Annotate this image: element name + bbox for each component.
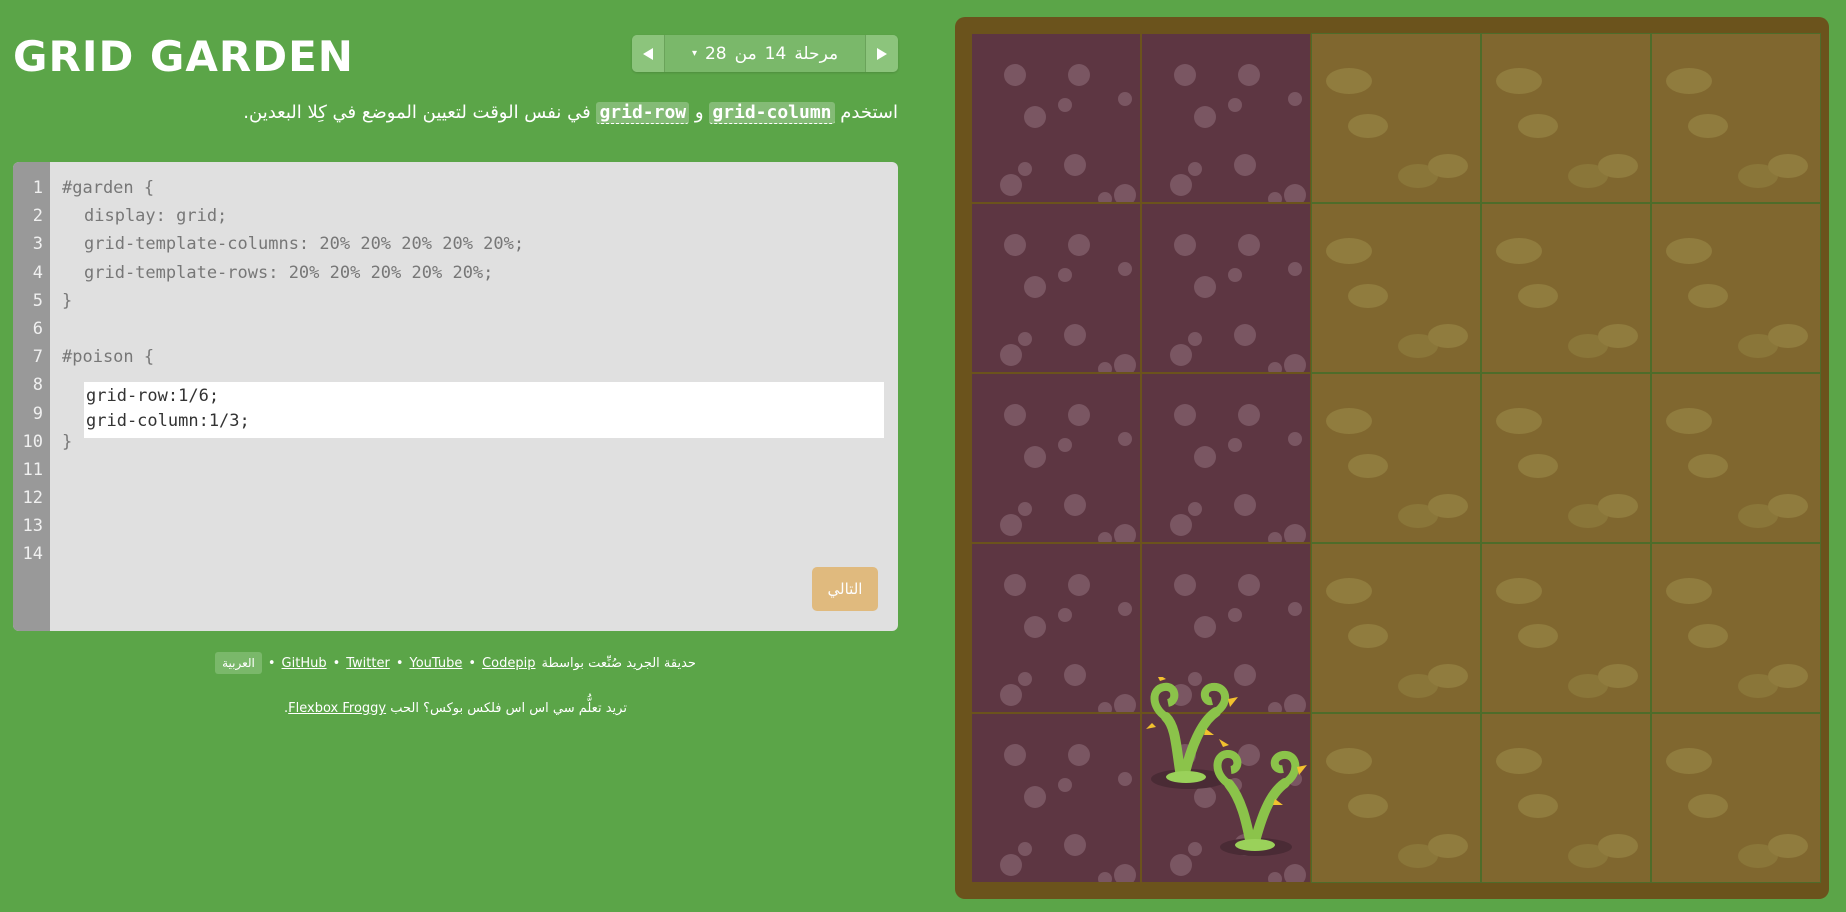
line-number: 7: [32, 347, 43, 368]
code-line: grid-template-rows: 20% 20% 20% 20% 20%;: [84, 262, 494, 283]
poison-cell: [971, 33, 1141, 203]
code-line: display: grid;: [84, 206, 228, 227]
code-line: grid-template-columns: 20% 20% 20% 20% 2…: [84, 234, 525, 255]
level-instructions: استخدم grid-column و grid-row في نفس الو…: [12, 98, 898, 128]
line-number: 2: [32, 206, 43, 227]
line-number: 11: [22, 459, 43, 480]
code-editor: 1 2 3 4 5 6 7 8 9 10 11 12 13 14 #garden…: [13, 162, 898, 631]
garden-cell: [1651, 373, 1821, 543]
garden-cell: [1311, 713, 1481, 883]
line-number: 1: [32, 178, 43, 198]
previous-level-button[interactable]: [632, 35, 665, 72]
line-number: 4: [32, 262, 43, 283]
separator: •: [395, 655, 404, 671]
garden-cell: [1311, 373, 1481, 543]
poison-cell: [1141, 373, 1311, 543]
youtube-link[interactable]: YouTube: [410, 656, 463, 671]
line-number: 10: [22, 431, 43, 452]
line-number: 3: [32, 234, 43, 255]
separator: •: [468, 655, 477, 671]
code-area: #garden { display: grid; grid-template-c…: [50, 174, 898, 631]
froggy-promo: تريد تعلُّم سي اس اس فلكس بوكس؟ الحب Fle…: [13, 701, 898, 716]
garden-board: [955, 17, 1829, 899]
separator: •: [332, 655, 341, 671]
poison-cell: [1141, 543, 1311, 713]
credits-line: حديقة الجريد صُنِّعت بواسطة Codepip • Yo…: [13, 652, 898, 674]
garden-cell: [1651, 543, 1821, 713]
garden-cell: [1651, 713, 1821, 883]
poison-cell: [1141, 33, 1311, 203]
garden-cell: [1311, 203, 1481, 373]
line-number: 9: [32, 403, 43, 424]
poison-cell: [971, 203, 1141, 373]
line-number: 13: [22, 516, 43, 537]
codepip-link[interactable]: Codepip: [482, 656, 535, 671]
app-title: GRID GARDEN: [13, 32, 354, 81]
garden-cell: [1651, 33, 1821, 203]
garden-cell: [1311, 33, 1481, 203]
line-numbers-gutter: 1 2 3 4 5 6 7 8 9 10 11 12 13 14: [13, 162, 50, 631]
triangle-left-icon: [643, 47, 653, 60]
instructions-conjunction: و: [694, 102, 704, 123]
level-current: 14: [764, 43, 787, 64]
garden-cell: [1311, 543, 1481, 713]
garden-grid: [971, 33, 1821, 883]
garden-cell: [1481, 543, 1651, 713]
triangle-right-icon: [877, 47, 887, 60]
credits-text: حديقة الجريد صُنِّعت بواسطة: [541, 655, 696, 671]
code-line: }: [62, 290, 73, 311]
code-term-grid-row[interactable]: grid-row: [596, 102, 690, 124]
code-line: #poison {: [62, 347, 155, 368]
code-line: #garden {: [62, 178, 155, 198]
poison-cell: [971, 713, 1141, 883]
next-button[interactable]: التالي: [812, 567, 878, 611]
poison-cell: [1141, 203, 1311, 373]
next-level-button[interactable]: [865, 35, 898, 72]
garden-cell: [1481, 373, 1651, 543]
level-navigation: مرحلة 14 من 28 ▾: [632, 35, 898, 72]
garden-cell: [1481, 33, 1651, 203]
line-number: 6: [32, 318, 43, 339]
level-label: مرحلة: [794, 43, 839, 64]
garden-cell: [1481, 713, 1651, 883]
level-total: 28: [704, 43, 727, 64]
poison-cell: [1141, 713, 1311, 883]
twitter-link[interactable]: Twitter: [346, 656, 390, 671]
code-term-grid-column[interactable]: grid-column: [709, 102, 835, 124]
instructions-text-start: استخدم: [840, 102, 898, 123]
line-number: 5: [32, 290, 43, 311]
flexbox-froggy-link[interactable]: Flexbox Froggy: [288, 701, 386, 716]
garden-cell: [1481, 203, 1651, 373]
line-number: 12: [22, 488, 43, 509]
poison-cell: [971, 373, 1141, 543]
caret-down-icon: ▾: [691, 48, 697, 59]
froggy-promo-text: تريد تعلُّم سي اس اس فلكس بوكس؟ الحب: [390, 701, 627, 716]
line-number: 8: [32, 375, 43, 396]
github-link[interactable]: GitHub: [282, 656, 327, 671]
poison-cell: [971, 543, 1141, 713]
garden-cell: [1651, 203, 1821, 373]
instructions-text-end: في نفس الوقت لتعيين الموضع في كِلا البعد…: [243, 102, 591, 123]
language-selector[interactable]: العربية: [215, 652, 262, 674]
separator: •: [267, 655, 276, 671]
css-answer-input[interactable]: [84, 382, 884, 438]
level-of: من: [734, 43, 757, 64]
level-indicator[interactable]: مرحلة 14 من 28 ▾: [665, 35, 865, 72]
line-number: 14: [22, 544, 43, 565]
